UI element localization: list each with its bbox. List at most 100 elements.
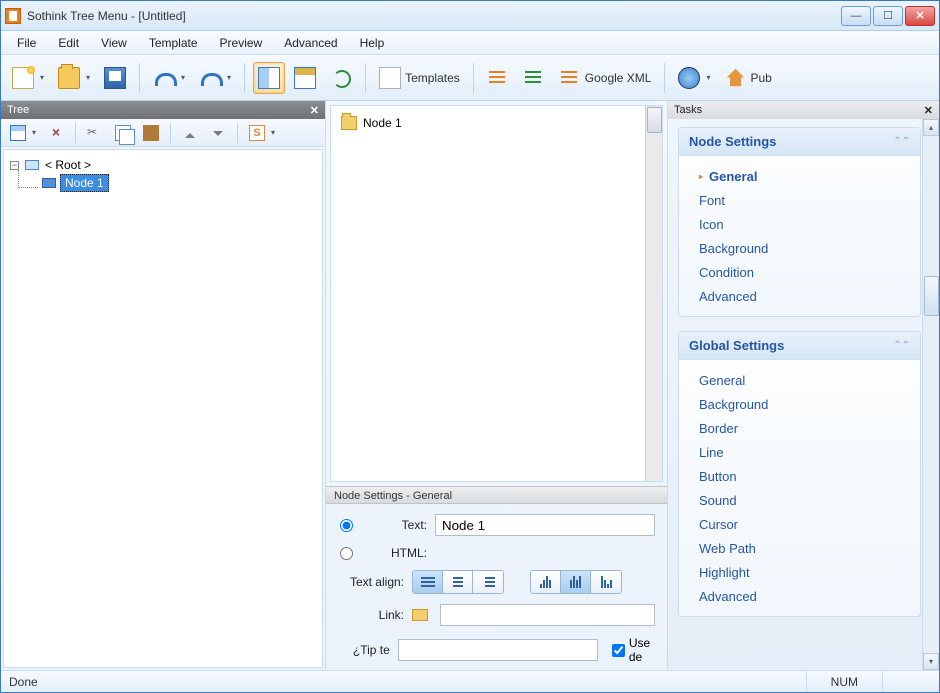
lines-button-1[interactable] [482,62,514,94]
status-num: NUM [806,671,882,692]
layout-button-2[interactable] [289,62,321,94]
text-align-group [412,570,504,594]
task-global-webpath[interactable]: Web Path [699,536,916,560]
tree-close-icon[interactable]: ✕ [310,104,319,117]
task-node-general[interactable]: ▸General [699,164,916,188]
valign-top-button[interactable] [531,571,561,593]
titlebar: Sothink Tree Menu - [Untitled] — ☐ ✕ [1,1,939,31]
scroll-track[interactable] [923,136,939,653]
tip-input[interactable] [398,639,598,661]
minimize-button[interactable]: — [841,6,871,26]
align-right-button[interactable] [473,571,503,593]
node-settings-header[interactable]: Node Settings ⌃⌃ [679,128,920,156]
menu-help[interactable]: Help [350,33,395,53]
task-global-line[interactable]: Line [699,440,916,464]
globe-button[interactable]: ▾ [673,62,715,94]
googlexml-button[interactable]: Google XML [554,62,657,94]
valign-bottom-button[interactable] [591,571,621,593]
open-button[interactable]: ▾ [53,62,95,94]
root-icon [25,160,39,170]
menubar: File Edit View Template Preview Advanced… [1,31,939,55]
preview-pane[interactable]: Node 1 [330,105,663,482]
preview-node[interactable]: Node 1 [341,116,652,130]
tree-tool-cut[interactable]: ✂ [82,122,108,144]
node-settings-header-text: Node Settings [689,134,776,149]
menu-preview[interactable]: Preview [210,33,273,53]
layout-button-1[interactable] [253,62,285,94]
menu-edit[interactable]: Edit [48,33,89,53]
use-default-checkbox[interactable] [612,644,625,657]
style-icon: S [249,125,265,141]
task-global-sound[interactable]: Sound [699,488,916,512]
maximize-button[interactable]: ☐ [873,6,903,26]
global-settings-header[interactable]: Global Settings ⌃⌃ [679,332,920,360]
tasks-panel: Tasks ✕ Node Settings ⌃⌃ ▸General Font I… [667,101,939,670]
templates-button[interactable]: Templates [374,62,465,94]
tree-tool-paste[interactable] [138,122,164,144]
task-global-border[interactable]: Border [699,416,916,440]
align-center-button[interactable] [443,571,473,593]
link-input[interactable] [440,604,655,626]
new-button[interactable]: ▾ [7,62,49,94]
scroll-down-arrow[interactable]: ▾ [923,653,939,670]
task-global-background[interactable]: Background [699,392,916,416]
tree-tool-delete[interactable]: × [43,122,69,144]
task-global-highlight[interactable]: Highlight [699,560,916,584]
tasks-scrollbar[interactable]: ▴ ▾ [922,119,939,670]
global-settings-group: Global Settings ⌃⌃ General Background Bo… [678,331,921,617]
tree-tool-down[interactable] [205,122,231,144]
tree-root-row[interactable]: − < Root > [10,156,316,174]
task-global-button[interactable]: Button [699,464,916,488]
save-button[interactable] [99,62,131,94]
task-global-advanced[interactable]: Advanced [699,584,916,608]
html-label: HTML: [361,546,427,560]
task-node-advanced[interactable]: Advanced [699,284,916,308]
text-radio[interactable] [340,519,353,532]
task-node-background[interactable]: Background [699,236,916,260]
scrollbar-thumb[interactable] [647,107,662,133]
tree-tool-copy[interactable] [110,122,136,144]
add-node-icon [10,125,26,141]
undo-button[interactable]: ▾ [148,62,190,94]
text-input[interactable] [435,514,655,536]
move-up-icon [182,125,198,141]
tree-node-row[interactable]: Node 1 [18,174,316,192]
lines-icon-1 [487,67,509,89]
preview-scrollbar[interactable] [645,106,662,481]
task-node-icon[interactable]: Icon [699,212,916,236]
valign-middle-button[interactable] [561,571,591,593]
menu-view[interactable]: View [91,33,137,53]
close-button[interactable]: ✕ [905,6,935,26]
task-global-general[interactable]: General [699,368,916,392]
main-toolbar: ▾ ▾ ▾ ▾ Templates Google XML ▾ Pub [1,55,939,101]
menu-advanced[interactable]: Advanced [274,33,347,53]
chevron-up-icon-2: ⌃⌃ [893,340,910,351]
copy-icon [115,125,131,141]
cut-icon: ✂ [87,125,103,141]
publish-button[interactable]: Pub [719,62,776,94]
task-node-font[interactable]: Font [699,188,916,212]
tasks-close-icon[interactable]: ✕ [924,104,933,117]
redo-button[interactable]: ▾ [194,62,236,94]
tree-tool-add[interactable]: ▾ [5,122,41,144]
tree-tool-up[interactable] [177,122,203,144]
statusbar: Done NUM [1,670,939,692]
menu-template[interactable]: Template [139,33,208,53]
collapse-icon[interactable]: − [10,161,19,170]
scroll-up-arrow[interactable]: ▴ [923,119,939,136]
menu-file[interactable]: File [7,33,46,53]
tree-tool-style[interactable]: S▾ [244,122,280,144]
task-node-condition[interactable]: Condition [699,260,916,284]
link-folder-icon[interactable] [412,609,428,621]
lines-button-2[interactable] [518,62,550,94]
html-radio[interactable] [340,547,353,560]
refresh-button[interactable] [325,62,357,94]
align-left-button[interactable] [413,571,443,593]
refresh-icon [330,67,352,89]
tip-label: ¿Tip te [338,643,390,657]
redo-icon [199,67,221,89]
tree-body[interactable]: − < Root > Node 1 [3,149,323,668]
task-global-cursor[interactable]: Cursor [699,512,916,536]
tasks-scroll-thumb[interactable] [924,276,939,316]
active-marker-icon: ▸ [699,172,703,181]
